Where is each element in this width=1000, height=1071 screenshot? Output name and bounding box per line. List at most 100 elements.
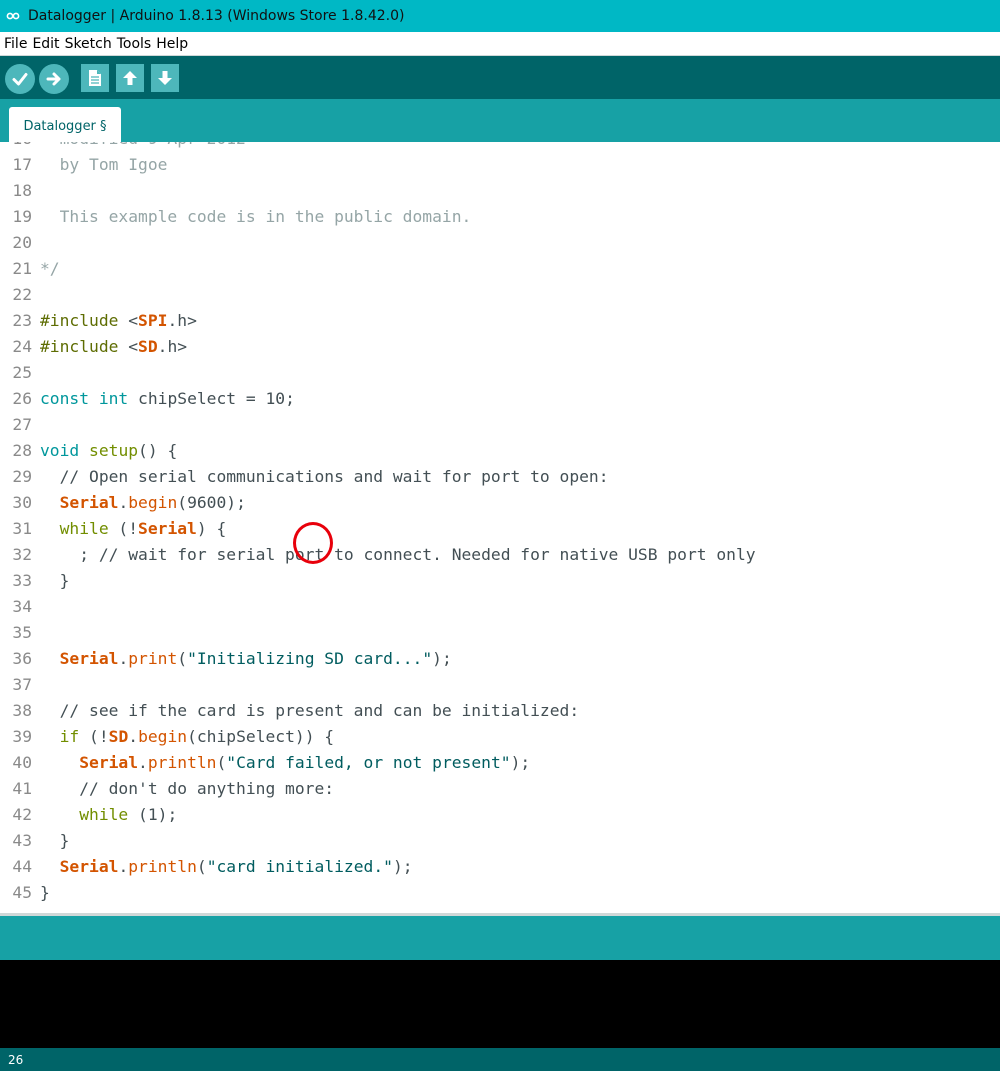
menu-file[interactable]: File xyxy=(4,36,27,52)
upload-button[interactable] xyxy=(39,64,69,94)
code-token: modified 9 Apr 2012 xyxy=(40,142,246,148)
tab-strip: Datalogger § xyxy=(0,99,1000,142)
code-line: 43 } xyxy=(0,828,756,854)
console-header xyxy=(0,916,1000,960)
code-line: 36 Serial.print("Initializing SD card...… xyxy=(0,646,756,672)
code-token: void xyxy=(40,441,80,460)
menu-edit[interactable]: Edit xyxy=(32,36,59,52)
code-token: chipSelect = 10; xyxy=(128,389,295,408)
code-line: 17 by Tom Igoe xyxy=(0,152,756,178)
code-token: begin xyxy=(128,493,178,512)
code-token: (! xyxy=(79,727,109,746)
code-token: // see if the card is present and can be… xyxy=(40,701,580,720)
code-line: 45} xyxy=(0,880,756,906)
menu-sketch[interactable]: Sketch xyxy=(65,36,112,52)
arrow-up-icon xyxy=(123,71,137,85)
window-title: Datalogger | Arduino 1.8.13 (Windows Sto… xyxy=(28,8,405,24)
code-token: if xyxy=(59,727,80,746)
code-token: Serial xyxy=(59,857,119,876)
code-token: . xyxy=(138,753,148,772)
code-token: SD xyxy=(138,337,158,356)
code-line: 20 xyxy=(0,230,756,256)
code-token: Serial xyxy=(59,649,119,668)
code-token: ( xyxy=(196,857,207,876)
line-number: 17 xyxy=(0,152,40,178)
code-token: ); xyxy=(510,753,531,772)
code-token: . xyxy=(118,649,129,668)
line-number: 42 xyxy=(0,802,40,828)
code-token: int xyxy=(98,389,129,408)
code-token: (chipSelect)) { xyxy=(187,727,335,746)
line-number: 38 xyxy=(0,698,40,724)
code-line: 38 // see if the card is present and can… xyxy=(0,698,756,724)
code-token: Serial xyxy=(59,493,119,512)
code-text: void setup() { xyxy=(40,438,177,464)
menu-bar: File Edit Sketch Tools Help xyxy=(0,32,1000,56)
code-text: if (!SD.begin(chipSelect)) { xyxy=(40,724,335,750)
line-number: 25 xyxy=(0,360,40,386)
code-token: . xyxy=(118,857,129,876)
code-token: This example code is in the public domai… xyxy=(40,207,472,226)
code-token: . xyxy=(118,493,129,512)
line-number: 26 xyxy=(0,386,40,412)
line-number: 33 xyxy=(0,568,40,594)
line-number: 45 xyxy=(0,880,40,906)
code-editor[interactable]: 16 modified 9 Apr 201217 by Tom Igoe1819… xyxy=(0,142,1000,913)
line-number: 44 xyxy=(0,854,40,880)
code-token: ); xyxy=(432,649,452,668)
code-line: 28 void setup() { xyxy=(0,438,756,464)
menu-help[interactable]: Help xyxy=(156,36,188,52)
status-bar: 26 xyxy=(0,1048,1000,1071)
menu-tools[interactable]: Tools xyxy=(117,36,152,52)
code-token: SPI xyxy=(138,311,168,330)
code-line: 31 while (!Serial) { xyxy=(0,516,756,542)
line-number: 35 xyxy=(0,620,40,646)
code-token: ( xyxy=(216,753,227,772)
code-token: const xyxy=(40,389,90,408)
code-text: by Tom Igoe xyxy=(40,152,168,178)
code-line: 44 Serial.println("card initialized."); xyxy=(0,854,756,880)
code-text: #include <SD.h> xyxy=(40,334,187,360)
code-line: 41 // don't do anything more: xyxy=(0,776,756,802)
line-number: 21 xyxy=(0,256,40,282)
code-token: while xyxy=(79,805,129,824)
code-token: // don't do anything more: xyxy=(40,779,335,798)
code-line: 26 const int chipSelect = 10; xyxy=(0,386,756,412)
code-token: ( xyxy=(177,649,188,668)
line-number: 27 xyxy=(0,412,40,438)
code-text: Serial.println("card initialized."); xyxy=(40,854,413,880)
code-token: "Card failed, or not present" xyxy=(226,753,511,772)
open-button[interactable] xyxy=(116,64,144,92)
code-token: begin xyxy=(138,727,188,746)
line-number: 36 xyxy=(0,646,40,672)
code-token: #include xyxy=(40,337,129,356)
verify-button[interactable] xyxy=(5,64,35,94)
code-text: #include <SPI.h> xyxy=(40,308,197,334)
line-number: 37 xyxy=(0,672,40,698)
code-line: 42 while (1); xyxy=(0,802,756,828)
tab-datalogger[interactable]: Datalogger § xyxy=(9,107,121,142)
code-token: } xyxy=(40,883,50,902)
status-line-number: 26 xyxy=(8,1052,24,1067)
line-number: 31 xyxy=(0,516,40,542)
code-token: () { xyxy=(138,441,178,460)
line-number: 22 xyxy=(0,282,40,308)
toolbar xyxy=(0,56,1000,99)
code-line: 35 xyxy=(0,620,756,646)
new-sketch-button[interactable] xyxy=(81,64,109,92)
save-button[interactable] xyxy=(151,64,179,92)
line-number: 43 xyxy=(0,828,40,854)
console-output xyxy=(0,960,1000,1048)
code-text: // Open serial communications and wait f… xyxy=(40,464,609,490)
code-token: println xyxy=(128,857,197,876)
line-number: 41 xyxy=(0,776,40,802)
code-line: 39 if (!SD.begin(chipSelect)) { xyxy=(0,724,756,750)
line-number: 16 xyxy=(0,142,40,152)
line-number: 23 xyxy=(0,308,40,334)
code-token: #include xyxy=(40,311,129,330)
